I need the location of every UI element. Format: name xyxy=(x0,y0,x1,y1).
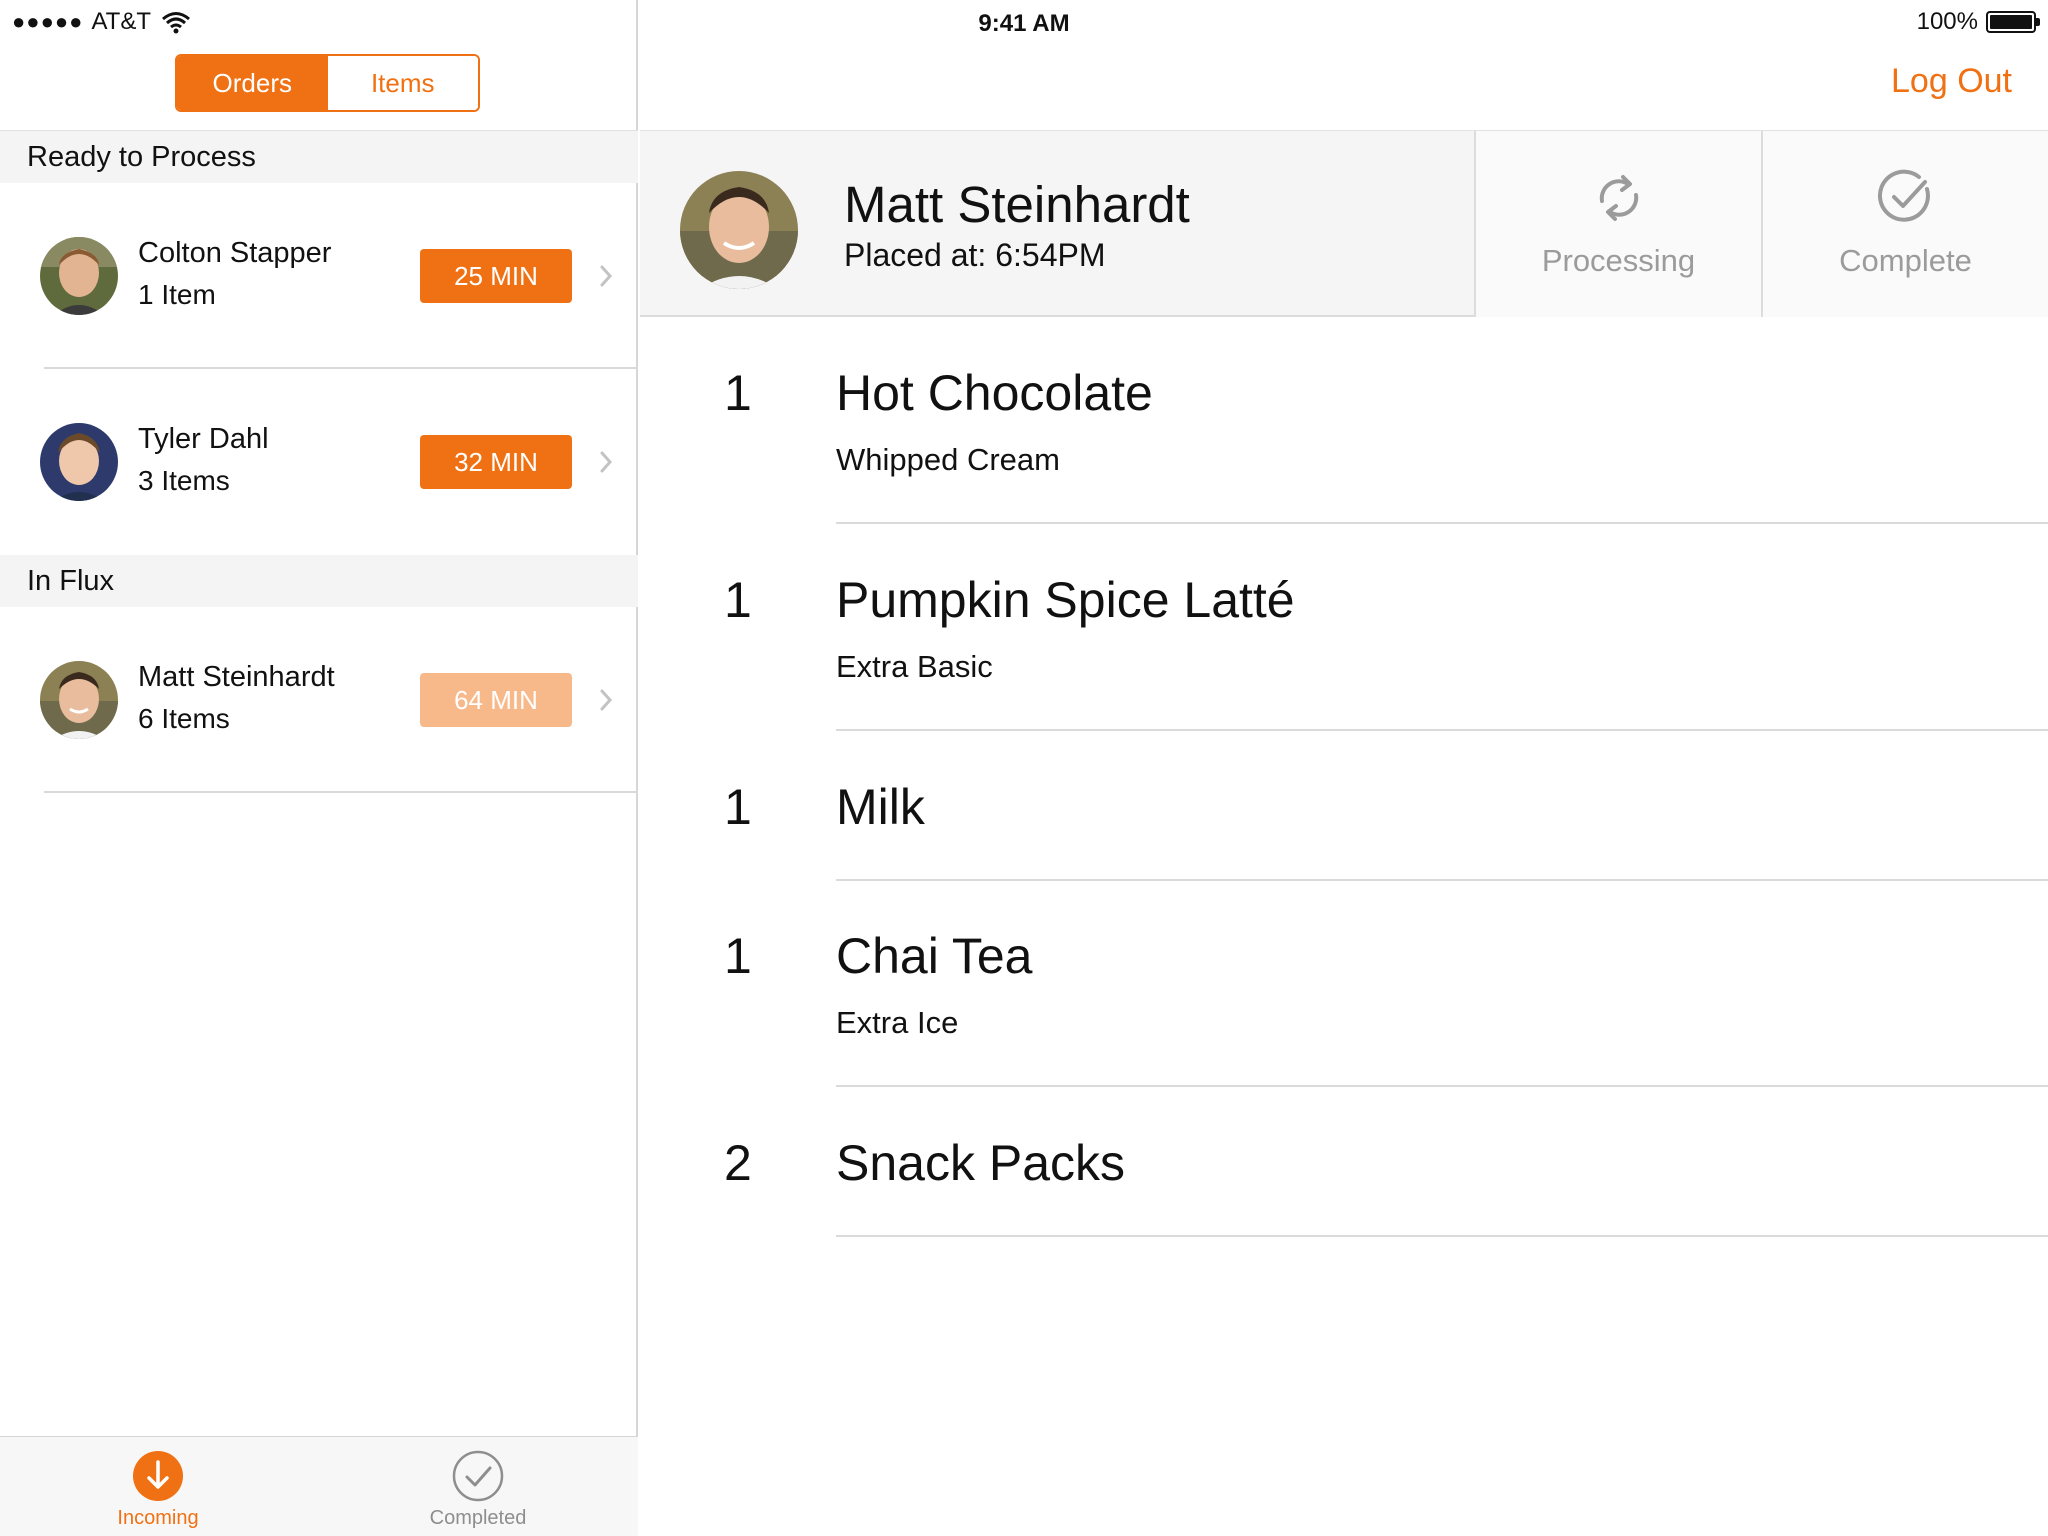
avatar xyxy=(40,661,118,739)
avatar xyxy=(40,237,118,315)
row-divider xyxy=(44,791,638,793)
item-divider xyxy=(836,729,2048,731)
segment-items[interactable]: Items xyxy=(327,56,478,110)
avatar xyxy=(40,423,118,501)
item-modifier: Extra Ice xyxy=(836,1005,959,1040)
processing-button[interactable]: Processing xyxy=(1474,131,1761,317)
status-bar: ●●●●● AT&T 9:41 AM 100% xyxy=(0,0,2048,46)
checkmark-circle-icon xyxy=(452,1450,504,1502)
item-quantity: 1 xyxy=(724,365,752,421)
checkmark-circle-icon xyxy=(1877,169,1930,222)
complete-button[interactable]: Complete xyxy=(1761,131,2048,317)
section-header-ready: Ready to Process xyxy=(0,131,638,183)
complete-label: Complete xyxy=(1839,243,1972,278)
item-name: Hot Chocolate xyxy=(836,365,1153,421)
item-divider xyxy=(836,522,2048,524)
refresh-icon xyxy=(1599,175,1638,221)
processing-label: Processing xyxy=(1541,243,1696,278)
chevron-right-icon xyxy=(600,265,613,287)
tab-incoming[interactable]: Incoming xyxy=(58,1449,258,1530)
battery-tip xyxy=(2036,18,2040,26)
segmented-control: Orders Items xyxy=(175,54,480,112)
status-time: 9:41 AM xyxy=(978,10,1070,37)
item-quantity: 1 xyxy=(724,779,752,835)
order-detail: Log Out Matt Steinhardt Placed at: 6:54P… xyxy=(640,0,2048,1536)
customer-name: Matt Steinhardt xyxy=(138,661,335,693)
order-row[interactable]: Matt Steinhardt 6 Items 64 MIN xyxy=(0,607,638,793)
order-row[interactable]: Colton Stapper 1 Item 25 MIN xyxy=(0,183,638,369)
battery-percent: 100% xyxy=(1916,8,1978,35)
detail-customer-name: Matt Steinhardt xyxy=(844,176,1190,233)
item-quantity: 2 xyxy=(724,1135,752,1191)
battery-icon xyxy=(1986,11,2040,33)
item-quantity: 1 xyxy=(724,928,752,984)
item-divider xyxy=(836,1235,2048,1237)
customer-name: Tyler Dahl xyxy=(138,423,269,455)
item-modifier: Whipped Cream xyxy=(836,442,1060,477)
segment-orders[interactable]: Orders xyxy=(177,56,328,110)
battery-fill xyxy=(1990,15,2032,29)
item-divider xyxy=(836,1085,2048,1087)
item-count: 3 Items xyxy=(138,465,230,496)
item-quantity: 1 xyxy=(724,572,752,628)
status-right: 100% xyxy=(1916,8,2040,36)
avatar xyxy=(680,171,798,289)
order-row[interactable]: Tyler Dahl 3 Items 32 MIN xyxy=(0,369,638,555)
order-detail-header: Matt Steinhardt Placed at: 6:54PM Proces… xyxy=(640,131,2048,317)
tab-label: Incoming xyxy=(117,1507,199,1529)
item-name: Milk xyxy=(836,779,925,835)
item-count: 1 Item xyxy=(138,279,216,310)
item-name: Pumpkin Spice Latté xyxy=(836,572,1295,628)
time-badge: 25 MIN xyxy=(420,249,572,303)
orders-sidebar: Orders Items Ready to Process Colton Sta… xyxy=(0,0,638,1536)
item-name: Snack Packs xyxy=(836,1135,1126,1191)
chevron-right-icon xyxy=(600,451,613,473)
tab-label: Completed xyxy=(429,1507,527,1529)
item-modifier: Extra Basic xyxy=(836,649,993,684)
tab-completed[interactable]: Completed xyxy=(378,1449,578,1530)
time-badge: 64 MIN xyxy=(420,673,572,727)
placed-at: Placed at: 6:54PM xyxy=(844,237,1106,273)
logout-button[interactable]: Log Out xyxy=(1891,62,2012,101)
item-divider xyxy=(836,879,2048,881)
chevron-right-icon xyxy=(600,689,613,711)
customer-name: Colton Stapper xyxy=(138,237,332,269)
item-name: Chai Tea xyxy=(836,928,1033,984)
section-title: In Flux xyxy=(27,564,115,597)
section-title: Ready to Process xyxy=(27,140,256,173)
item-count: 6 Items xyxy=(138,703,230,734)
tab-bar: Incoming Completed xyxy=(0,1436,638,1536)
download-arrow-icon xyxy=(133,1451,183,1501)
section-header-influx: In Flux xyxy=(0,555,638,607)
time-badge: 32 MIN xyxy=(420,435,572,489)
